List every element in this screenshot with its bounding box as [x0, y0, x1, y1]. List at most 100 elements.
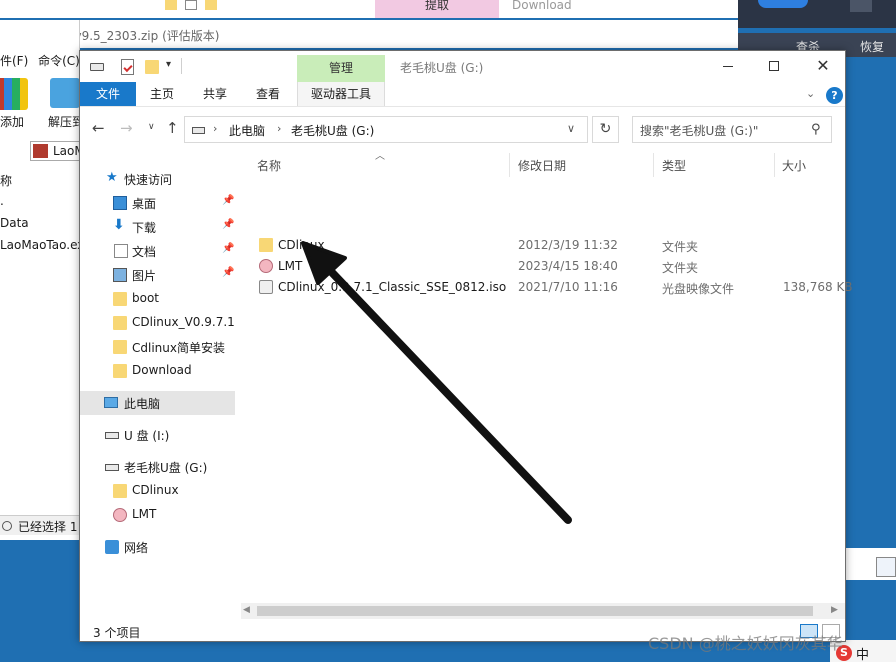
maximize-icon [769, 61, 779, 71]
nav-item-downloads[interactable]: ⬇ 下载 📌 [80, 215, 238, 239]
minimize-button[interactable] [705, 51, 751, 81]
pin-icon: 📌 [222, 267, 235, 278]
lmt-icon [113, 508, 127, 522]
breadcrumb-chevron-icon[interactable]: › [277, 122, 281, 135]
list-item[interactable]: Data [0, 216, 29, 230]
winrar-add-icon[interactable] [0, 78, 28, 110]
ime-mode-indicator[interactable]: 中 [856, 644, 869, 662]
column-header-date[interactable]: 修改日期 [518, 157, 566, 174]
maximize-button[interactable] [751, 51, 797, 81]
help-icon[interactable]: ? [826, 87, 843, 104]
watermark: CSDN @桃之妖妖冈灰其华 [648, 634, 843, 653]
nav-item-drive-g[interactable]: 老毛桃U盘 (G:) [80, 455, 238, 479]
column-divider[interactable] [509, 153, 510, 177]
computer-icon [104, 397, 118, 408]
winrar-titlebar: LaoMaoTao_v9.5_2303.zip (评估版本) [0, 20, 738, 48]
minimize-icon [723, 65, 733, 67]
tab-drive-tools[interactable]: 驱动器工具 [297, 82, 385, 106]
folder-icon [259, 238, 273, 252]
folder-icon [113, 364, 127, 378]
column-divider[interactable] [653, 153, 654, 177]
table-row[interactable]: CDlinux 2012/3/19 11:32 文件夹 [251, 235, 851, 256]
up-arrow-icon[interactable]: ↑ [166, 119, 179, 137]
winrar-menu-commands[interactable]: 命令(C) [38, 54, 80, 68]
expand-ribbon-chevron-down-icon[interactable]: ⌄ [806, 87, 815, 100]
nav-item-pictures[interactable]: 图片 📌 [80, 263, 238, 287]
nav-item-cdlinux[interactable]: CDlinux [80, 479, 238, 503]
nav-item-boot[interactable]: boot [80, 287, 238, 311]
nav-item-cdlinux-v0971[interactable]: CDlinux_V0.9.7.1 [80, 311, 238, 335]
network-icon [105, 540, 119, 554]
star-icon: ★ [106, 170, 118, 185]
panel-button[interactable] [850, 0, 872, 12]
nav-item-this-pc[interactable]: 此电脑 [80, 391, 235, 415]
pin-icon: 📌 [222, 243, 235, 254]
breadcrumb-drive-g[interactable]: 老毛桃U盘 (G:) [291, 122, 374, 139]
scroll-right-icon[interactable]: ▶ [831, 605, 838, 615]
status-icon [2, 521, 12, 531]
close-button[interactable]: ✕ [800, 51, 846, 81]
horizontal-scrollbar[interactable]: ◀ ▶ [241, 603, 845, 619]
winrar-address-bar[interactable]: LaoM [30, 141, 85, 161]
ribbon-tabs: 文件 主页 共享 查看 驱动器工具 [80, 82, 845, 107]
nav-item-documents[interactable]: 文档 📌 [80, 239, 238, 263]
column-divider[interactable] [774, 153, 775, 177]
winrar-status-bar: 已经选择 1 [0, 515, 80, 535]
table-row[interactable]: LMT 2023/4/15 18:40 文件夹 [251, 256, 851, 277]
nav-item-network[interactable]: 网络 [80, 535, 238, 559]
nav-label: boot [132, 291, 160, 305]
address-history-chevron-down-icon[interactable]: ∨ [567, 122, 575, 135]
tab-file[interactable]: 文件 [80, 82, 136, 106]
forward-arrow-icon[interactable]: → [120, 119, 133, 137]
refresh-button[interactable]: ↻ [592, 116, 619, 143]
nav-item-lmt[interactable]: LMT [80, 503, 238, 527]
tab-home[interactable]: 主页 [150, 82, 174, 106]
security-panel-header [738, 0, 896, 28]
winrar-column-name[interactable]: 称 [0, 172, 12, 189]
nav-item-desktop[interactable]: 桌面 📌 [80, 191, 238, 215]
recent-locations-chevron-down-icon[interactable]: ∨ [148, 122, 155, 132]
nav-label: LMT [132, 507, 157, 521]
nav-quick-access[interactable]: ★ 快速访问 [80, 167, 238, 191]
background-tab-download[interactable]: Download [512, 0, 582, 18]
background-tab-extract[interactable]: 提取 [375, 0, 499, 18]
breadcrumb-chevron-icon[interactable]: › [213, 122, 217, 135]
winrar-menu-file[interactable]: 件(F) [0, 54, 28, 68]
winrar-add-button[interactable]: 添加 [0, 113, 24, 130]
column-header-type[interactable]: 类型 [662, 157, 686, 174]
breadcrumb-this-pc[interactable]: 此电脑 [229, 122, 265, 139]
nav-label: CDlinux [132, 483, 179, 497]
search-input[interactable]: 搜索"老毛桃U盘 (G:)" ⚲ [632, 116, 832, 143]
nav-item-drive-i[interactable]: U 盘 (I:) [80, 423, 238, 447]
scrollbar-thumb[interactable] [257, 606, 813, 616]
folder-icon [113, 340, 127, 354]
manage-context-group[interactable]: 管理 [297, 55, 385, 82]
nav-item-download-folder[interactable]: Download [80, 359, 238, 383]
nav-item-cdlinux-install[interactable]: Cdlinux简单安装 [80, 335, 238, 359]
restore-button[interactable]: 恢复 [860, 38, 884, 55]
sort-ascending-icon: ︿ [375, 151, 385, 162]
scroll-left-icon[interactable]: ◀ [243, 605, 250, 615]
search-icon[interactable]: ⚲ [811, 122, 821, 137]
folder-icon [113, 484, 127, 498]
list-item[interactable]: LaoMaoTao.ex [0, 238, 84, 252]
folder-icon [113, 292, 127, 306]
view-toggle-icon[interactable] [876, 557, 896, 577]
new-folder-icon[interactable] [145, 60, 159, 74]
tab-view[interactable]: 查看 [256, 82, 280, 106]
properties-icon[interactable] [121, 59, 134, 75]
winrar-extract-icon[interactable] [50, 78, 80, 108]
column-header-name[interactable]: 名称 [257, 157, 281, 174]
drive-icon [192, 127, 205, 134]
title-bar: ▾ 管理 老毛桃U盘 (G:) ✕ [80, 51, 845, 83]
customize-toolbar-chevron-down-icon[interactable]: ▾ [166, 59, 171, 70]
close-icon: ✕ [816, 56, 830, 75]
list-item[interactable]: . [0, 194, 4, 208]
address-bar[interactable]: › 此电脑 › 老毛桃U盘 (G:) ∨ [184, 116, 588, 143]
nav-label: 快速访问 [124, 173, 173, 187]
tab-share[interactable]: 共享 [203, 82, 227, 106]
back-arrow-icon[interactable]: ← [92, 119, 105, 137]
table-row[interactable]: CDlinux_0.9.7.1_Classic_SSE_0812.iso 202… [251, 277, 853, 298]
column-header-size[interactable]: 大小 [782, 157, 806, 174]
nav-label: 此电脑 [124, 397, 161, 411]
